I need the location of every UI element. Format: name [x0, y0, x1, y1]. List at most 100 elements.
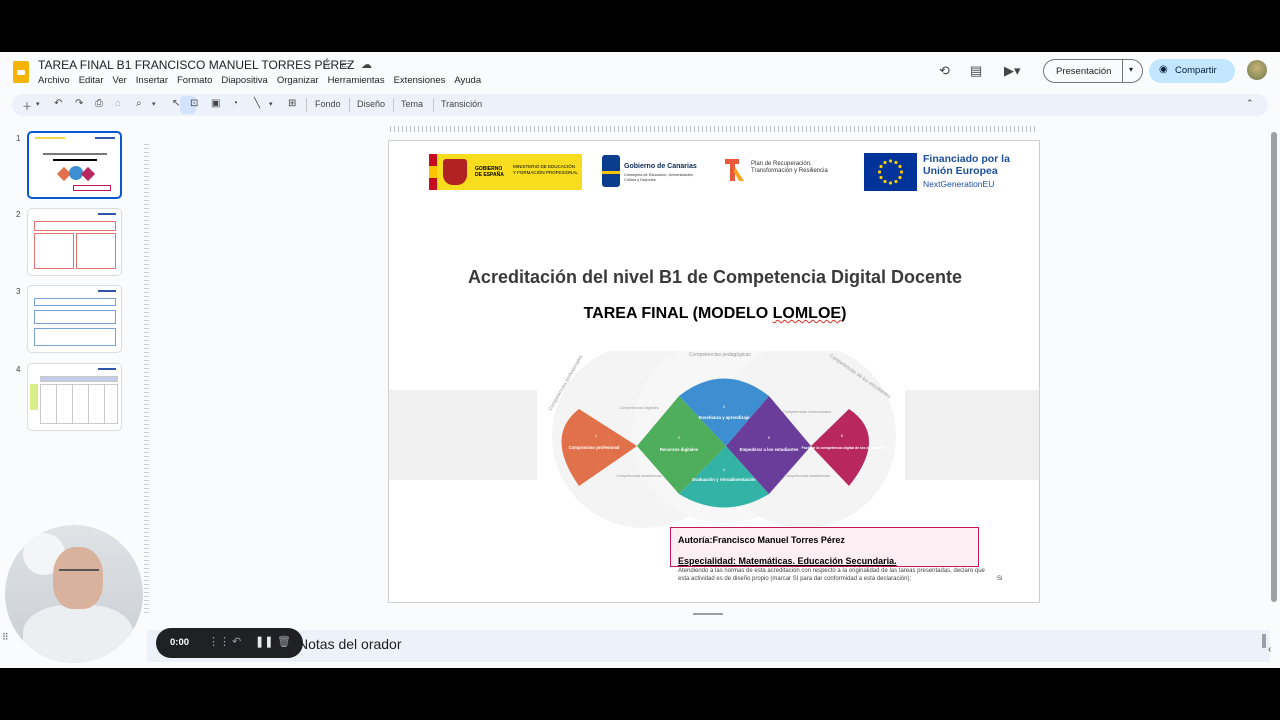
petal-label: Evaluación y retroalimentación	[692, 477, 756, 482]
slide-subtitle[interactable]: TAREA FINAL (MODELO LOMLOE)	[389, 305, 1039, 323]
recording-timer: 0:00	[170, 637, 190, 648]
canarias-emblem-icon	[602, 155, 620, 187]
speaker-notes-placeholder[interactable]: Notas del orador	[298, 636, 402, 652]
slide-number: 3	[16, 287, 21, 296]
webcam-bubble	[5, 525, 143, 663]
move-folder-icon[interactable]: ▭	[341, 58, 351, 71]
cloud-status-icon[interactable]: ☁	[361, 58, 372, 71]
theme-button[interactable]: Tema	[401, 99, 423, 109]
menu-item-editar[interactable]: Editar	[79, 75, 104, 86]
background-button[interactable]: Fondo	[315, 99, 341, 109]
subtitle-text: )	[841, 305, 847, 322]
originality-disclaimer: Atendiendo a las normas de esta acredita…	[678, 568, 985, 582]
author-speciality: Especialidad: Matemáticas. Educación Sec…	[678, 556, 897, 566]
undo-icon[interactable]: ↶	[54, 98, 62, 109]
paint-format-icon[interactable]: ⌂	[115, 98, 121, 109]
canvas-scrollbar[interactable]	[1271, 132, 1277, 602]
menu-item-formato[interactable]: Formato	[177, 75, 212, 86]
slide-number: 4	[16, 365, 21, 374]
slide-thumbnail-3[interactable]	[27, 285, 122, 353]
diagram-small-label: Competencias transversales	[783, 410, 831, 414]
star-icon[interactable]: ☆	[322, 58, 332, 71]
layout-button[interactable]: Diseño	[357, 99, 385, 109]
current-slide[interactable]: GOBIERNO DE ESPAÑA MINISTERIO DE EDUCACI…	[388, 140, 1040, 603]
new-slide-dropdown-icon[interactable]: ▾	[36, 100, 40, 108]
spain-gov-text: GOBIERNO DE ESPAÑA	[475, 166, 504, 178]
diagram-small-label: Competencias académicas	[784, 474, 830, 478]
print-icon[interactable]: ⎙	[95, 98, 103, 109]
app-header: TAREA FINAL B1 FRANCISCO MANUEL TORRES P…	[0, 52, 1280, 92]
collapse-toolbar-icon[interactable]: ⌃	[1246, 98, 1254, 109]
diagram-outer-label: Competencias pedagógicas	[689, 352, 751, 358]
subtitle-text: TAREA FINAL (MODELO	[583, 305, 773, 322]
line-icon[interactable]: ╲	[254, 98, 260, 109]
notes-resize-handle[interactable]	[693, 613, 723, 615]
zoom-dropdown-icon[interactable]: ▾	[152, 100, 156, 108]
eu-title: Financiado por la Unión Europea	[923, 153, 1010, 177]
drag-grip-icon[interactable]: ⠿	[2, 632, 9, 643]
text-box-icon[interactable]: ⊡	[190, 98, 198, 109]
pause-icon[interactable]: ❚❚	[255, 635, 273, 648]
slide-number: 1	[16, 134, 21, 143]
canarias-subtitle: Consejería de Educación, Universidades, …	[624, 173, 694, 182]
author-box[interactable]: Autoría:Francisco Manuel Torres Pérez Es…	[670, 527, 979, 567]
document-title[interactable]: TAREA FINAL B1 FRANCISCO MANUEL TORRES P…	[38, 58, 355, 72]
menu-item-organizar[interactable]: Organizar	[277, 75, 319, 86]
slide-thumbnail-1[interactable]	[27, 131, 122, 199]
petal-label: Empoderar a los estudiantes	[740, 447, 799, 452]
spain-flag-icon	[429, 154, 437, 190]
coat-of-arms-icon	[443, 159, 467, 185]
restart-icon[interactable]: ↶	[232, 635, 241, 648]
meet-video-icon[interactable]: ▶▾	[1004, 63, 1021, 79]
ministry-text: MINISTERIO DE EDUCACIÓN Y FORMACIÓN PROF…	[513, 164, 578, 175]
background-band-right	[905, 390, 1039, 480]
canarias-title: Gobierno de Canarias	[624, 163, 697, 170]
petal-label: Facilitar la competencia digital de los …	[802, 446, 887, 450]
menu-item-herramientas[interactable]: Herramientas	[328, 75, 385, 86]
version-history-icon[interactable]: ⟲	[939, 63, 950, 79]
transition-button[interactable]: Transición	[441, 99, 482, 109]
menu-item-archivo[interactable]: Archivo	[38, 75, 70, 86]
toolbar-divider	[349, 98, 350, 112]
present-button-divider	[1122, 60, 1123, 82]
webcam-person-glasses	[59, 569, 99, 577]
slide-thumbnail-4[interactable]	[27, 363, 122, 431]
menu-bar: Archivo Editar Ver Insertar Formato Diapositi…	[38, 75, 490, 86]
grid-icon[interactable]: ⋮⋮	[208, 635, 230, 648]
menu-item-ver[interactable]: Ver	[113, 75, 127, 86]
share-button[interactable]: ◉ Compartir	[1149, 59, 1235, 83]
present-button[interactable]: Presentación ▾	[1043, 59, 1143, 83]
redo-icon[interactable]: ↷	[75, 98, 83, 109]
menu-item-ayuda[interactable]: Ayuda	[454, 75, 481, 86]
menu-item-extensiones[interactable]: Extensiones	[394, 75, 446, 86]
prtr-emblem-icon	[725, 159, 744, 181]
subtitle-spellcheck-word: LOMLOE	[772, 305, 842, 322]
delete-icon[interactable]: 🗑	[277, 635, 291, 648]
menu-item-diapositiva[interactable]: Diapositiva	[221, 75, 267, 86]
webcam-person-head	[53, 547, 103, 609]
present-dropdown-icon[interactable]: ▾	[1129, 65, 1133, 74]
disclaimer-answer: Si	[997, 576, 1003, 582]
slide-thumbnail-2[interactable]	[27, 208, 122, 276]
comments-icon[interactable]: ▤	[970, 63, 982, 79]
toolbar-divider	[393, 98, 394, 112]
comment-icon[interactable]: ⊞	[288, 98, 296, 109]
slide-title[interactable]: Acreditación del nivel B1 de Competencia…	[389, 267, 1039, 288]
recording-controls: 0:00 ⋮⋮ ↶ ❚❚ 🗑	[156, 628, 303, 658]
select-tool-icon[interactable]: ↖	[172, 98, 180, 109]
zoom-icon[interactable]: ⌕	[136, 98, 142, 109]
eu-flag-icon	[864, 153, 917, 191]
diagram-small-label: Competencias digitales	[619, 406, 658, 410]
notes-scrollbar[interactable]	[1262, 634, 1266, 648]
menu-item-insertar[interactable]: Insertar	[136, 75, 168, 86]
user-avatar[interactable]	[1247, 60, 1267, 80]
prtr-text: Plan de Recuperación, Transformación y R…	[751, 161, 828, 174]
side-panel-toggle-icon[interactable]: ‹	[1268, 644, 1271, 655]
image-icon[interactable]: ▣	[211, 98, 220, 109]
competence-diagram[interactable]: Competencias profesionales Competencias …	[539, 351, 909, 541]
present-button-label: Presentación	[1056, 66, 1112, 77]
shape-icon[interactable]: ◔	[232, 98, 238, 109]
new-slide-icon[interactable]: ＋	[22, 98, 32, 113]
slides-logo-icon[interactable]	[13, 61, 29, 83]
line-dropdown-icon[interactable]: ▾	[269, 100, 273, 108]
